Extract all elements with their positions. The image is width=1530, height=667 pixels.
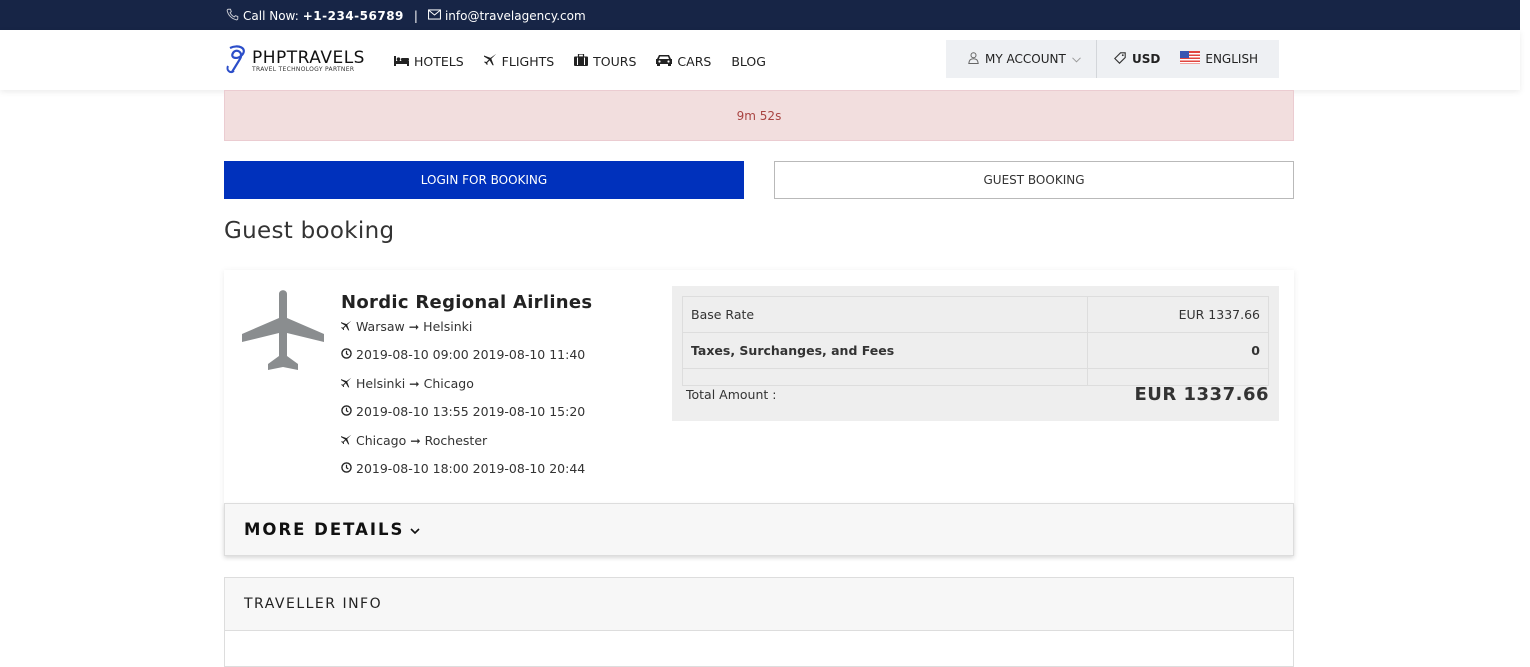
chevron-down-icon [1071,52,1081,66]
empty-cell [682,368,1088,386]
login-for-booking-button[interactable]: LOGIN FOR BOOKING [224,161,744,199]
currency-label: USD [1132,52,1161,66]
nav-blog-label: BLOG [731,53,766,69]
more-details-toggle[interactable]: MORE DETAILS [224,503,1294,556]
empty-cell [1086,368,1270,386]
total-amount-value: EUR 1337.66 [1134,384,1269,405]
contact-info: Call Now: +1-234-56789 | info@travelagen… [226,8,586,24]
account-bar: MY ACCOUNT USD ENGLISH [946,40,1279,78]
more-details-label: MORE DETAILS [244,520,405,539]
logo[interactable]: PHPTRAVELS TRAVEL TECHNOLOGY PARTNER [224,44,365,80]
logo-icon [224,44,250,80]
leg-route: Helsinki ➞ Chicago [341,376,474,391]
leg-route: Chicago ➞ Rochester [341,433,487,448]
guest-booking-button[interactable]: GUEST BOOKING [774,161,1294,199]
taxes-label: Taxes, Surchanges, and Fees [682,332,1088,369]
leg-route: Warsaw ➞ Helsinki [341,319,472,334]
price-row-taxes: Taxes, Surchanges, and Fees 0 [682,332,1270,369]
leg-route-text: Helsinki ➞ Chicago [356,376,474,391]
leg-times: 2019-08-10 18:00 2019-08-10 20:44 [341,461,585,476]
my-account-dropdown[interactable]: MY ACCOUNT [946,40,1097,78]
nav-hotels-label: HOTELS [414,53,464,69]
language-label: ENGLISH [1205,52,1259,66]
booking-timer: 9m 52s [224,90,1294,141]
nav-tours[interactable]: TOURS [574,52,637,69]
nav-cars-label: CARS [677,53,712,69]
plane-icon [341,376,352,391]
nav-tours-label: TOURS [593,53,637,69]
envelope-icon [427,9,441,23]
price-row-base: Base Rate EUR 1337.66 [682,296,1270,333]
top-bar: Call Now: +1-234-56789 | info@travelagen… [0,0,1520,30]
plane-icon [341,433,352,448]
clock-icon [341,347,352,362]
phone-number[interactable]: +1-234-56789 [303,9,404,23]
clock-icon [341,404,352,419]
bed-icon [394,54,409,69]
leg-route-text: Warsaw ➞ Helsinki [356,319,473,334]
price-summary: Base Rate EUR 1337.66 Taxes, Surchanges,… [672,286,1279,421]
taxes-value: 0 [1086,332,1270,369]
clock-icon [341,461,352,476]
plane-icon [483,53,497,69]
total-amount-label: Total Amount : [686,387,777,402]
price-row-spacer [682,368,1270,386]
nav-flights-label: FLIGHTS [501,53,555,69]
base-rate-label: Base Rate [682,296,1088,333]
booking-summary-card: Nordic Regional Airlines Warsaw ➞ Helsin… [224,270,1294,556]
nav-hotels[interactable]: HOTELS [394,53,464,69]
plane-icon [341,319,352,334]
phone-icon [226,8,239,24]
suitcase-icon [574,52,589,69]
currency-selector[interactable]: USD [1097,51,1161,67]
call-label: Call Now: [243,9,299,23]
language-selector[interactable]: ENGLISH [1180,51,1258,67]
leg-times-text: 2019-08-10 13:55 2019-08-10 15:20 [356,404,586,419]
airline-name: Nordic Regional Airlines [341,292,593,313]
nav-cars[interactable]: CARS [656,53,711,69]
my-account-label: MY ACCOUNT [985,52,1066,66]
traveller-info-heading: TRAVELLER INFO [225,578,1293,631]
main-navbar: PHPTRAVELS TRAVEL TECHNOLOGY PARTNER HOT… [0,30,1520,90]
email-link[interactable]: info@travelagency.com [445,9,586,23]
leg-times: 2019-08-10 09:00 2019-08-10 11:40 [341,347,585,362]
leg-route-text: Chicago ➞ Rochester [356,433,488,448]
tag-icon [1114,51,1126,67]
nav-flights[interactable]: FLIGHTS [483,53,555,69]
airline-plane-image [240,286,326,372]
price-table: Base Rate EUR 1337.66 Taxes, Surchanges,… [682,296,1270,386]
base-rate-value: EUR 1337.66 [1086,296,1270,333]
us-flag-icon [1180,51,1201,67]
logo-tagline: TRAVEL TECHNOLOGY PARTNER [252,66,355,73]
car-icon [656,54,673,69]
page-title: Guest booking [224,218,395,244]
chevron-down-icon [410,520,420,539]
timer-text: 9m 52s [736,109,782,123]
nav-blog[interactable]: BLOG [731,53,766,69]
leg-times: 2019-08-10 13:55 2019-08-10 15:20 [341,404,585,419]
leg-times-text: 2019-08-10 18:00 2019-08-10 20:44 [356,461,586,476]
leg-times-text: 2019-08-10 09:00 2019-08-10 11:40 [356,347,586,362]
main-menu: HOTELS FLIGHTS TOURS CARS BLOG [394,52,766,69]
separator: | [413,9,418,23]
user-icon [968,51,979,67]
traveller-info-panel: TRAVELLER INFO [224,577,1294,667]
logo-brand: PHPTRAVELS [252,48,365,68]
